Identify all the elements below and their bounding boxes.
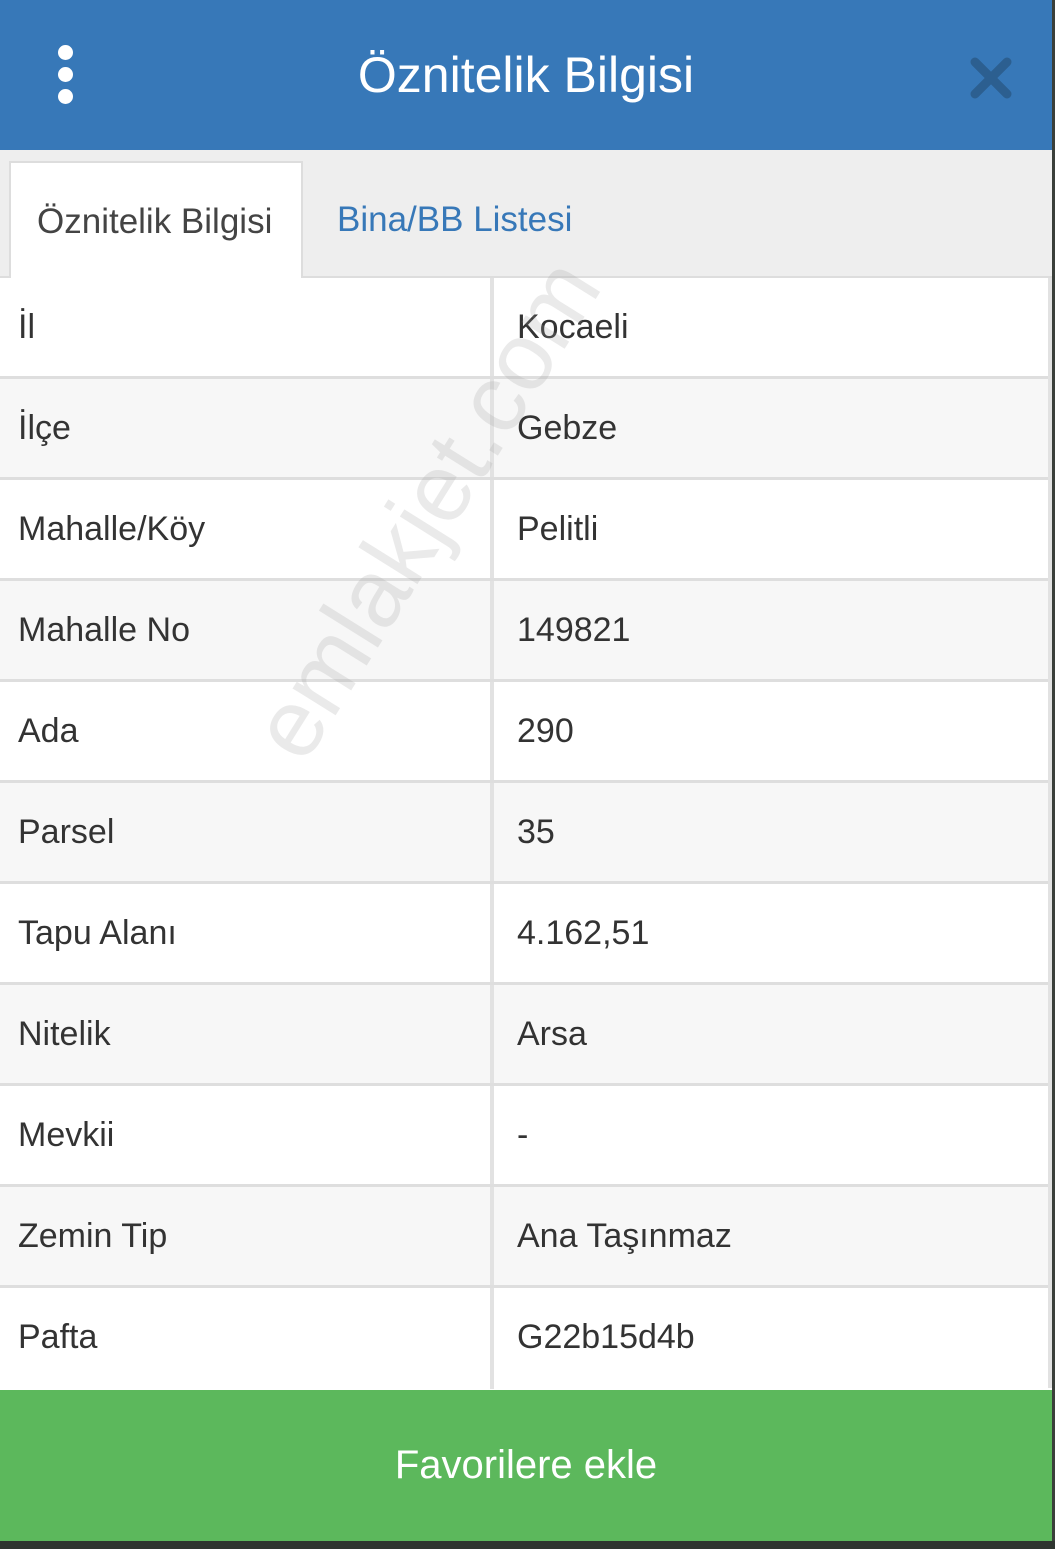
row-value: Ana Taşınmaz bbox=[517, 1217, 732, 1255]
row-label: Ada bbox=[18, 712, 79, 750]
table-row: Pafta G22b15d4b bbox=[0, 1288, 1052, 1389]
column-divider bbox=[490, 682, 494, 780]
table-row: Mahalle/Köy Pelitli bbox=[0, 480, 1052, 581]
row-value: Arsa bbox=[517, 1015, 587, 1053]
column-divider bbox=[490, 1187, 494, 1285]
column-divider bbox=[490, 278, 494, 376]
close-icon[interactable] bbox=[963, 50, 1019, 106]
column-divider bbox=[490, 884, 494, 982]
table-row: Mahalle No 149821 bbox=[0, 581, 1052, 682]
row-value: 290 bbox=[517, 712, 574, 750]
attribute-table: İl Kocaeli İlçe Gebze Mahalle/Köy Pelitl… bbox=[0, 278, 1052, 1389]
attribute-info-panel: Öznitelik Bilgisi Öznitelik Bilgisi Bina… bbox=[0, 0, 1052, 1541]
table-row: Tapu Alanı 4.162,51 bbox=[0, 884, 1052, 985]
row-value: 4.162,51 bbox=[517, 914, 650, 952]
row-value: Gebze bbox=[517, 409, 618, 447]
row-label: Nitelik bbox=[18, 1015, 111, 1053]
table-row: Nitelik Arsa bbox=[0, 985, 1052, 1086]
row-label: Mevkii bbox=[18, 1116, 115, 1154]
header-bar: Öznitelik Bilgisi bbox=[0, 0, 1052, 150]
row-label: Tapu Alanı bbox=[18, 914, 177, 952]
column-divider bbox=[490, 1288, 494, 1389]
tab-attribute-info[interactable]: Öznitelik Bilgisi bbox=[9, 161, 303, 279]
column-divider bbox=[490, 783, 494, 881]
row-label: İlçe bbox=[18, 409, 71, 447]
add-to-favorites-button[interactable]: Favorilere ekle bbox=[0, 1390, 1052, 1541]
table-right-border bbox=[1048, 278, 1052, 1388]
background-strip bbox=[0, 1541, 1055, 1549]
row-value: - bbox=[517, 1116, 529, 1154]
table-row: İl Kocaeli bbox=[0, 278, 1052, 379]
tab-bar: Öznitelik Bilgisi Bina/BB Listesi bbox=[0, 150, 1052, 279]
row-label: Pafta bbox=[18, 1318, 98, 1356]
row-value: 149821 bbox=[517, 611, 631, 649]
row-label: Mahalle/Köy bbox=[18, 510, 206, 548]
table-row: Mevkii - bbox=[0, 1086, 1052, 1187]
column-divider bbox=[490, 985, 494, 1083]
row-value: Pelitli bbox=[517, 510, 599, 548]
row-label: Mahalle No bbox=[18, 611, 190, 649]
page-title: Öznitelik Bilgisi bbox=[357, 47, 695, 103]
table-row: İlçe Gebze bbox=[0, 379, 1052, 480]
row-label: İl bbox=[18, 308, 35, 346]
column-divider bbox=[490, 379, 494, 477]
row-value: Kocaeli bbox=[517, 308, 629, 346]
tab-building-list[interactable]: Bina/BB Listesi bbox=[311, 161, 598, 278]
row-label: Zemin Tip bbox=[18, 1217, 168, 1255]
table-row: Zemin Tip Ana Taşınmaz bbox=[0, 1187, 1052, 1288]
table-row: Parsel 35 bbox=[0, 783, 1052, 884]
row-value: 35 bbox=[517, 813, 555, 851]
row-value: G22b15d4b bbox=[517, 1318, 695, 1356]
row-label: Parsel bbox=[18, 813, 115, 851]
column-divider bbox=[490, 1086, 494, 1184]
table-row: Ada 290 bbox=[0, 682, 1052, 783]
column-divider bbox=[490, 581, 494, 679]
column-divider bbox=[490, 480, 494, 578]
